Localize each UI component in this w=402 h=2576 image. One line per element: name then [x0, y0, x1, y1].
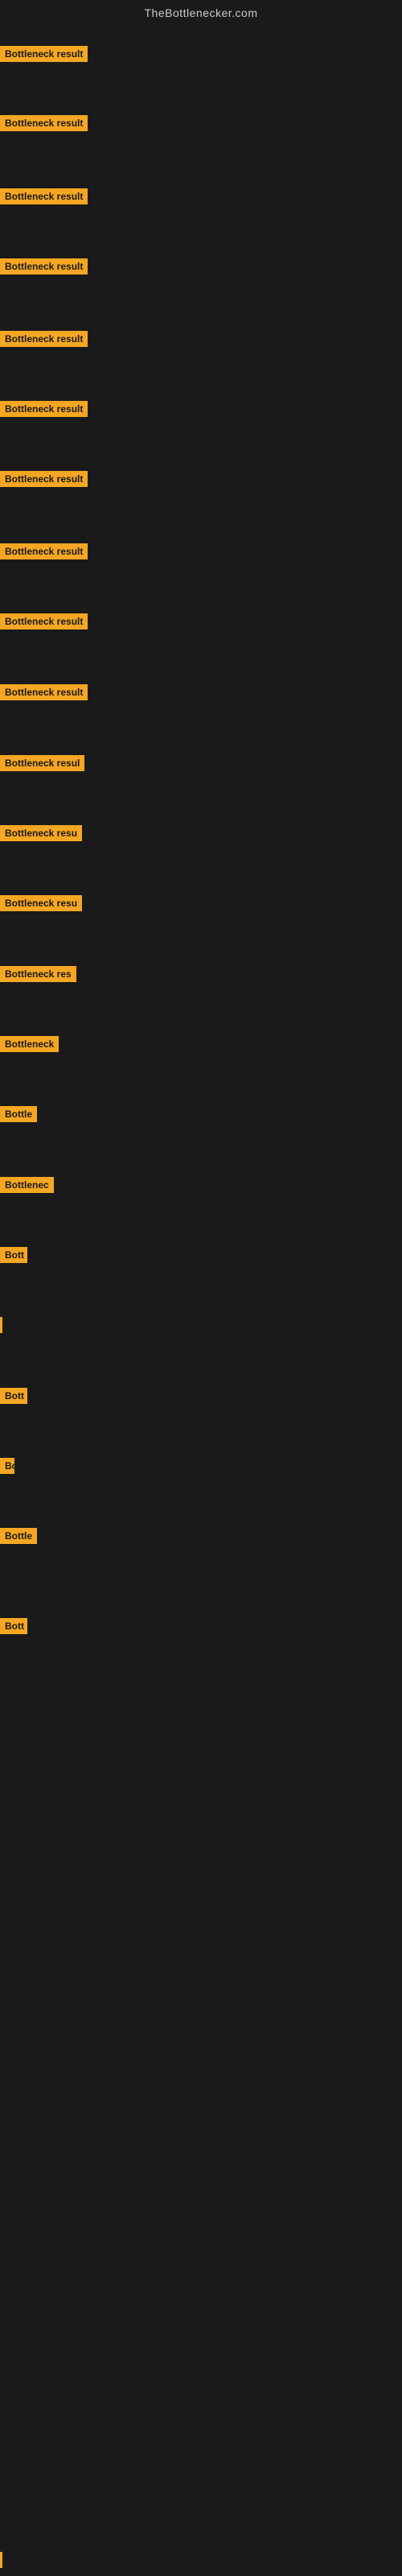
bottleneck-badge: Bottleneck result — [0, 401, 88, 417]
bottleneck-result-item: Bottleneck resul — [0, 755, 84, 775]
site-title: TheBottlenecker.com — [0, 0, 402, 23]
bottleneck-badge: Bott — [0, 1618, 27, 1634]
bottleneck-badge: Bottleneck res — [0, 966, 76, 982]
bottleneck-result-item: Bott — [0, 1247, 27, 1267]
bottleneck-result-item: Bott — [0, 1388, 27, 1408]
bottleneck-badge: Bottleneck resul — [0, 755, 84, 771]
bottleneck-badge: Bottleneck result — [0, 331, 88, 347]
bottleneck-result-item: Bottleneck result — [0, 471, 88, 491]
bottleneck-badge: Bottleneck resu — [0, 825, 82, 841]
bottleneck-result-item: Bottleneck result — [0, 188, 88, 208]
bottleneck-result-item: Bottleneck resu — [0, 895, 82, 915]
bottleneck-result-item: Bottleneck result — [0, 258, 88, 279]
bottleneck-badge: Bottleneck resu — [0, 895, 82, 911]
bottleneck-badge: Bottleneck result — [0, 613, 88, 630]
bottleneck-badge: Bott — [0, 1388, 27, 1404]
bottleneck-result-item: Bottle — [0, 1528, 37, 1548]
bottleneck-result-item: Bottleneck result — [0, 46, 88, 66]
cursor-indicator — [0, 1317, 2, 1333]
bottleneck-badge: Bottleneck result — [0, 188, 88, 204]
bottleneck-badge: Bottle — [0, 1106, 37, 1122]
bottleneck-result-item: Bottleneck res — [0, 966, 76, 986]
bottleneck-badge: Bottleneck result — [0, 46, 88, 62]
cursor-indicator — [0, 2552, 2, 2568]
bottleneck-badge: Bo — [0, 1458, 14, 1474]
bottleneck-badge: Bottleneck result — [0, 471, 88, 487]
bottleneck-result-item: Bottlenec — [0, 1177, 54, 1197]
bottleneck-badge: Bottlenec — [0, 1177, 54, 1193]
bottleneck-result-item: Bottleneck result — [0, 331, 88, 351]
bottleneck-badge: Bottleneck result — [0, 684, 88, 700]
bottleneck-badge: Bottleneck — [0, 1036, 59, 1052]
bottleneck-result-item: Bo — [0, 1458, 14, 1478]
bottleneck-badge: Bottleneck result — [0, 115, 88, 131]
bottleneck-result-item: Bottle — [0, 1106, 37, 1126]
bottleneck-result-item: Bottleneck — [0, 1036, 59, 1056]
bottleneck-result-item: Bottleneck result — [0, 115, 88, 135]
bottleneck-result-item: Bott — [0, 1618, 27, 1638]
bottleneck-result-item: Bottleneck result — [0, 543, 88, 564]
bottleneck-badge: Bottleneck result — [0, 258, 88, 275]
bottleneck-badge: Bottleneck result — [0, 543, 88, 559]
bottleneck-result-item: Bottleneck resu — [0, 825, 82, 845]
bottleneck-badge: Bott — [0, 1247, 27, 1263]
bottleneck-badge: Bottle — [0, 1528, 37, 1544]
bottleneck-result-item: Bottleneck result — [0, 613, 88, 634]
bottleneck-result-item: Bottleneck result — [0, 401, 88, 421]
bottleneck-result-item: Bottleneck result — [0, 684, 88, 704]
